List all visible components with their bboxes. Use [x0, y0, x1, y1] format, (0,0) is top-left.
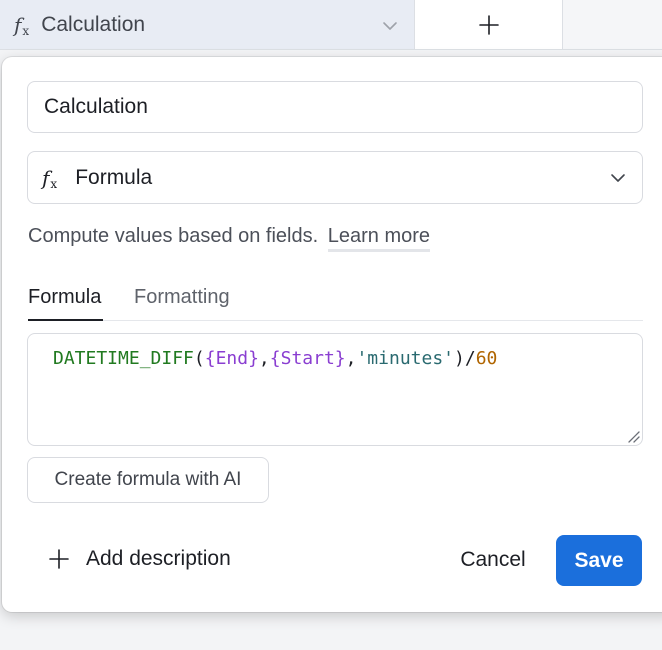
formula-token: DATETIME_DIFF: [53, 348, 194, 369]
tab-formula[interactable]: Formula: [28, 286, 104, 321]
field-config-popup: fx Formula Compute values based on field…: [2, 57, 662, 612]
save-button[interactable]: Save: [556, 535, 642, 586]
field-column-name: Calculation: [41, 12, 146, 36]
tab-formatting[interactable]: Formatting: [134, 286, 230, 321]
chevron-down-icon: [611, 174, 625, 182]
formula-fx-icon: fx: [14, 12, 30, 38]
formula-token: 60: [475, 348, 498, 369]
formula-token: ,: [258, 348, 270, 369]
formula-token: )/: [454, 348, 476, 369]
formula-tabs: Formula Formatting: [28, 283, 643, 321]
formula-token: {Start}: [269, 348, 346, 369]
formula-token: 'minutes': [356, 348, 455, 369]
create-formula-ai-button[interactable]: Create formula with AI: [27, 457, 269, 503]
learn-more-link[interactable]: Learn more: [327, 225, 431, 252]
description-text: Compute values based on fields.: [28, 225, 319, 247]
plus-icon: [49, 549, 69, 569]
formula-token: ,: [345, 348, 357, 369]
field-type-label: Formula: [75, 165, 153, 189]
field-type-description: Compute values based on fields. Learn mo…: [28, 225, 431, 252]
add-column-button[interactable]: [415, 0, 563, 50]
field-name-input[interactable]: [27, 81, 643, 133]
add-description-label: Add description: [86, 547, 231, 570]
grid-header: fx Calculation: [0, 0, 662, 50]
formula-token: (: [193, 348, 205, 369]
add-description-button[interactable]: Add description: [48, 544, 231, 574]
grid-empty-area: [563, 0, 662, 50]
plus-icon: [478, 14, 499, 35]
chevron-down-icon[interactable]: [380, 16, 400, 36]
formula-editor[interactable]: DATETIME_DIFF({End},{Start},'minutes')/6…: [27, 333, 643, 446]
formula-token: {End}: [204, 348, 259, 369]
formula-fx-icon: fx: [42, 165, 58, 191]
field-column-header[interactable]: fx Calculation: [0, 0, 415, 50]
resize-handle-icon[interactable]: [626, 429, 640, 443]
cancel-button[interactable]: Cancel: [448, 537, 538, 583]
field-type-select[interactable]: fx Formula: [27, 151, 643, 204]
